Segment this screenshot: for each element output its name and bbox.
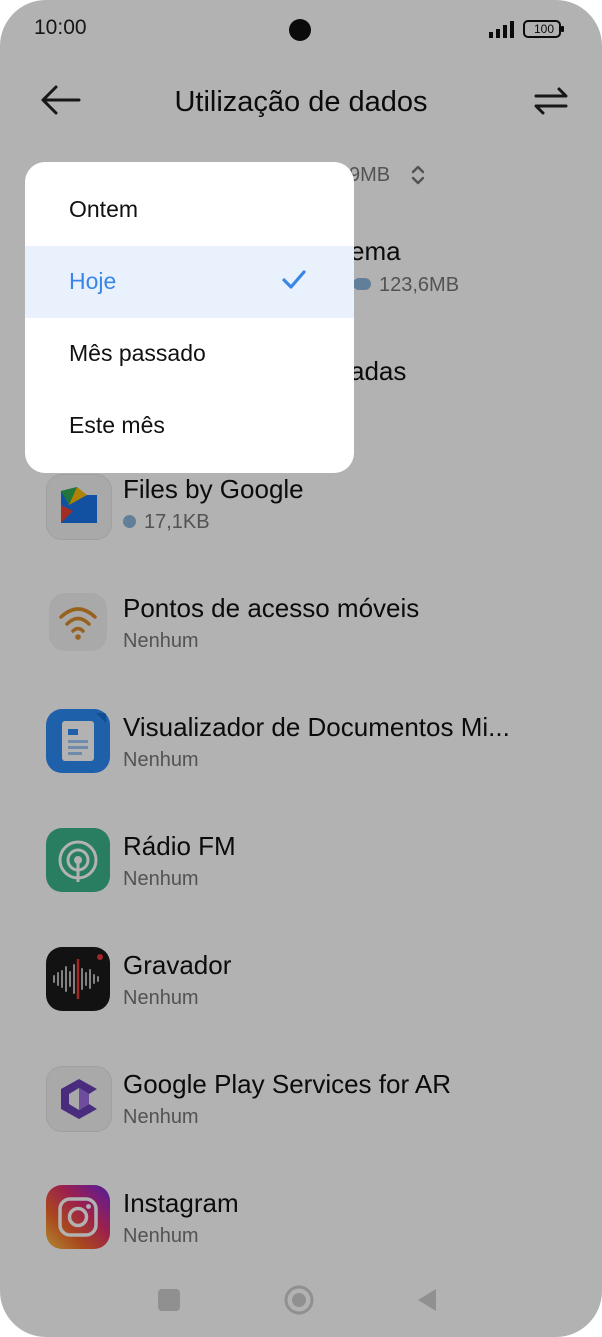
checkmark-icon xyxy=(282,270,306,289)
menu-item-hoje[interactable]: Hoje xyxy=(25,246,354,318)
menu-item-mes-passado[interactable]: Mês passado xyxy=(25,318,354,390)
date-range-menu: Ontem Hoje Mês passado Este mês xyxy=(25,162,354,473)
menu-item-label: Hoje xyxy=(69,268,117,294)
menu-item-este-mes[interactable]: Este mês xyxy=(25,390,354,462)
phone-screen: 10:00 100 Utilização de dados 9MB ema 12… xyxy=(0,0,602,1337)
menu-item-label: Este mês xyxy=(69,412,165,438)
menu-item-label: Ontem xyxy=(69,196,139,222)
menu-item-ontem[interactable]: Ontem xyxy=(25,174,354,246)
menu-item-label: Mês passado xyxy=(69,340,206,366)
